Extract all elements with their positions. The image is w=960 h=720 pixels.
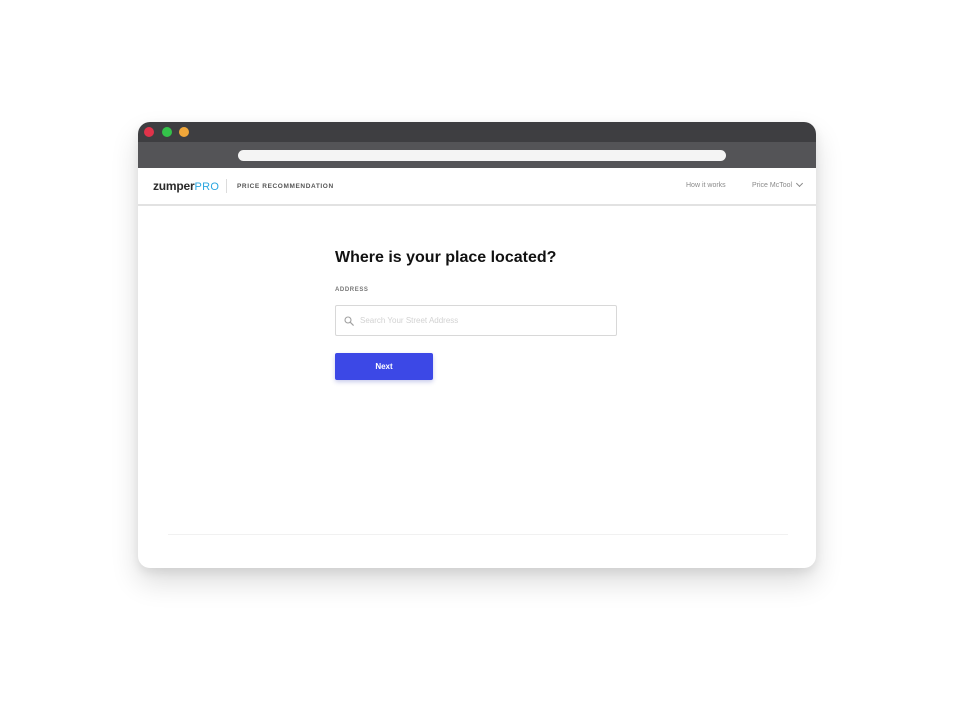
page-title: Where is your place located? bbox=[335, 249, 557, 266]
zoom-window-button[interactable] bbox=[162, 127, 172, 137]
address-field[interactable] bbox=[335, 305, 617, 336]
zumper-pro-logo[interactable]: zumperPRO bbox=[153, 179, 219, 193]
minimize-window-button[interactable] bbox=[179, 127, 189, 137]
logo-pro-suffix: PRO bbox=[194, 181, 220, 193]
header-divider bbox=[226, 179, 227, 193]
section-title: PRICE RECOMMENDATION bbox=[237, 183, 334, 190]
site-header: zumperPRO PRICE RECOMMENDATION How it wo… bbox=[138, 168, 816, 206]
chevron-down-icon bbox=[796, 179, 804, 188]
user-menu[interactable]: Price McTool bbox=[752, 179, 804, 189]
footer-divider bbox=[168, 534, 788, 535]
search-icon bbox=[344, 316, 354, 326]
next-button[interactable]: Next bbox=[335, 353, 433, 380]
address-search-input[interactable] bbox=[358, 306, 610, 335]
how-it-works-link[interactable]: How it works bbox=[686, 182, 726, 189]
url-bar[interactable] bbox=[238, 150, 726, 161]
browser-window: zumperPRO PRICE RECOMMENDATION How it wo… bbox=[138, 122, 816, 568]
user-name: Price McTool bbox=[752, 182, 793, 189]
close-window-button[interactable] bbox=[144, 127, 154, 137]
logo-wordmark: zumper bbox=[153, 179, 195, 193]
address-label: ADDRESS bbox=[335, 287, 369, 293]
browser-titlebar bbox=[138, 122, 816, 142]
browser-toolbar bbox=[138, 142, 816, 168]
